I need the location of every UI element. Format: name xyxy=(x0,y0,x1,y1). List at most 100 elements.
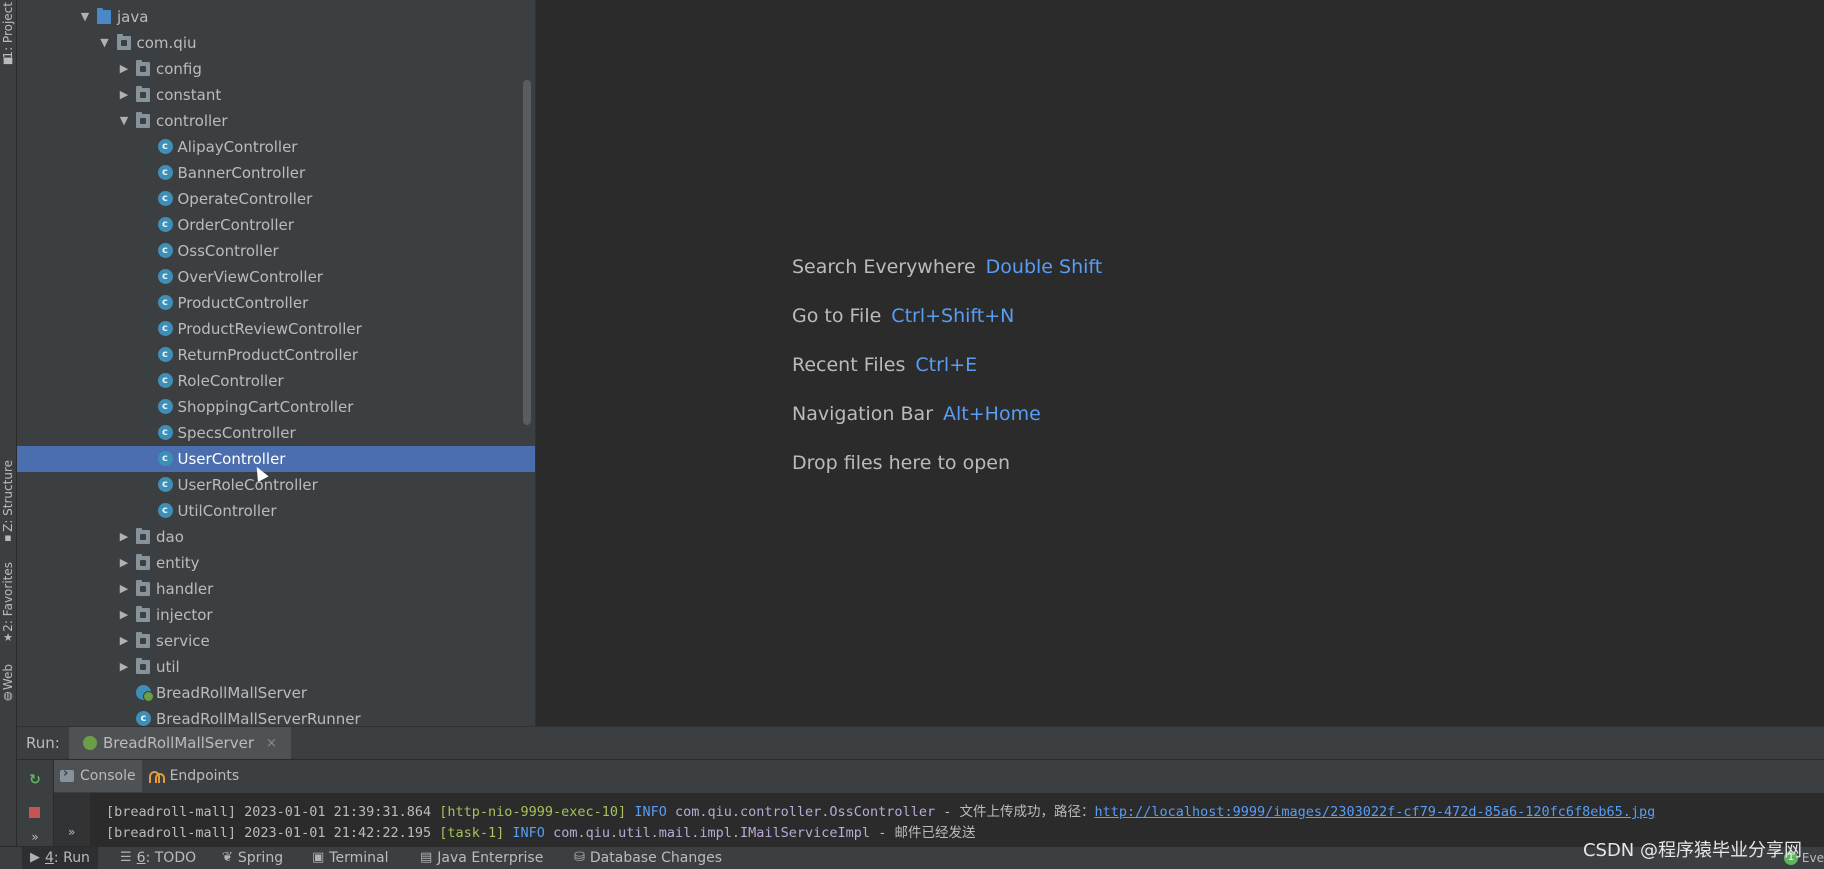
project-tool-window: ▼ java ▼ com.qiu ▶ config ▶ constant ▼ controller… xyxy=(17,0,535,726)
tree-node-alipaycontroller[interactable]: c AlipayController xyxy=(17,134,535,160)
tree-node-java[interactable]: ▼ java xyxy=(17,4,535,30)
chevron-right-icon[interactable]: ▶ xyxy=(118,602,130,628)
tree-node-productreviewcontroller[interactable]: c ProductReviewController xyxy=(17,316,535,342)
todo-tool-label: : TODO xyxy=(145,850,197,866)
spring-tool-button[interactable]: ❦ Spring xyxy=(222,847,283,869)
tree-node-label: ShoppingCartController xyxy=(177,398,354,416)
tree-node-operatecontroller[interactable]: c OperateController xyxy=(17,186,535,212)
bottom-tool-bar: ▶ 4: Run ☰ 6: TODO ❦ Spring ▣ Terminal ▤… xyxy=(0,846,1824,869)
run-config-tab[interactable]: BreadRollMallServer × xyxy=(69,727,291,759)
tree-node-label: injector xyxy=(156,606,213,624)
tree-node-label: util xyxy=(156,658,180,676)
database-changes-tool-button[interactable]: ⛁ Database Changes xyxy=(574,847,722,869)
tree-node-rolecontroller[interactable]: c RoleController xyxy=(17,368,535,394)
java-class-icon: c xyxy=(157,321,173,336)
tree-node-breadrollmallserverrunner[interactable]: c BreadRollMallServerRunner xyxy=(17,706,535,726)
chevron-right-icon[interactable]: ▶ xyxy=(118,524,130,550)
tab-console[interactable]: Console xyxy=(54,760,142,792)
tree-node-label: BannerController xyxy=(177,164,306,182)
structure-tool-tab[interactable]: Z: Structure ▪ xyxy=(0,460,16,544)
folder-icon: ▀ xyxy=(3,57,13,71)
structure-icon: ▪ xyxy=(4,530,12,544)
run-title: Run: xyxy=(26,734,60,752)
tree-node-label: OrderController xyxy=(177,216,294,234)
rerun-icon[interactable]: ↻ xyxy=(27,772,43,788)
tree-node-handler[interactable]: ▶ handler xyxy=(17,576,535,602)
tree-node-shoppingcartcontroller[interactable]: c ShoppingCartController xyxy=(17,394,535,420)
console-output[interactable]: » [breadroll-mall] 2023-01-01 21:39:31.8… xyxy=(54,793,1824,846)
package-icon xyxy=(136,86,150,102)
log-logger: com.qiu.controller.OssController xyxy=(674,804,936,820)
chevron-right-icon[interactable]: ▶ xyxy=(118,550,130,576)
tree-node-service[interactable]: ▶ service xyxy=(17,628,535,654)
tree-node-util[interactable]: ▶ util xyxy=(17,654,535,680)
tree-node-productcontroller[interactable]: c ProductController xyxy=(17,290,535,316)
tree-node-specscontroller[interactable]: c SpecsController xyxy=(17,420,535,446)
java-class-icon: c xyxy=(157,191,173,206)
java-class-icon: c xyxy=(157,139,173,154)
terminal-tool-button[interactable]: ▣ Terminal xyxy=(312,847,388,869)
tree-node-dao[interactable]: ▶ dao xyxy=(17,524,535,550)
tree-node-overviewcontroller[interactable]: c OverViewController xyxy=(17,264,535,290)
project-tree[interactable]: ▼ java ▼ com.qiu ▶ config ▶ constant ▼ controller… xyxy=(17,4,535,726)
chevron-right-icon[interactable]: ▶ xyxy=(118,654,130,680)
run-tool-button[interactable]: ▶ 4: Run xyxy=(22,847,98,869)
web-tool-tab[interactable]: Web ◍ xyxy=(0,664,16,702)
tree-node-osscontroller[interactable]: c OssController xyxy=(17,238,535,264)
java-class-icon: c xyxy=(157,373,173,388)
favorites-tool-tab[interactable]: 2: Favorites ★ xyxy=(0,562,16,644)
tree-node-label: handler xyxy=(156,580,214,598)
tree-node-constant[interactable]: ▶ constant xyxy=(17,82,535,108)
chevron-right-icon[interactable]: ▶ xyxy=(118,628,130,654)
java-class-icon: c xyxy=(157,165,173,180)
stop-icon[interactable] xyxy=(29,807,40,818)
log-link[interactable]: http://localhost:9999/images/2303022f-cf… xyxy=(1094,804,1655,820)
chevron-down-icon[interactable]: ▼ xyxy=(99,30,111,56)
web-tool-tab-label: Web xyxy=(1,664,15,691)
tab-endpoints-label: Endpoints xyxy=(169,768,240,784)
star-icon: ★ xyxy=(3,630,13,644)
chevron-right-icon[interactable]: ▶ xyxy=(118,82,130,108)
tree-node-com-qiu[interactable]: ▼ com.qiu xyxy=(17,30,535,56)
tree-node-label: SpecsController xyxy=(177,424,296,442)
tree-node-breadrollmallserver[interactable]: BreadRollMallServer xyxy=(17,680,535,706)
tree-node-label: controller xyxy=(156,112,228,130)
tree-node-entity[interactable]: ▶ entity xyxy=(17,550,535,576)
tree-node-config[interactable]: ▶ config xyxy=(17,56,535,82)
log-prefix: [breadroll-mall] 2023-01-01 21:42:22.195 xyxy=(106,825,432,841)
terminal-icon: ▣ xyxy=(312,850,325,865)
log-level: INFO xyxy=(634,804,667,820)
tab-endpoints[interactable]: Endpoints xyxy=(142,760,246,792)
editor-hint-action: Search Everywhere xyxy=(792,256,976,278)
tree-node-utilcontroller[interactable]: c UtilController xyxy=(17,498,535,524)
chevron-down-icon[interactable]: ▼ xyxy=(118,108,130,134)
todo-tool-button[interactable]: ☰ 6: TODO xyxy=(120,847,196,869)
structure-tool-tab-label: Z: Structure xyxy=(1,460,15,532)
java-enterprise-tool-button[interactable]: ▤ Java Enterprise xyxy=(420,847,543,869)
project-tool-tab[interactable]: 1: Project ▀ xyxy=(0,2,16,71)
chevron-down-icon[interactable]: ▼ xyxy=(79,4,91,30)
java-class-icon: c xyxy=(157,295,173,310)
tree-node-usercontroller[interactable]: c UserController xyxy=(17,446,535,472)
project-tool-tab-label: 1: Project xyxy=(1,2,15,59)
tree-node-bannercontroller[interactable]: c BannerController xyxy=(17,160,535,186)
tree-node-userrolecontroller[interactable]: c UserRoleController xyxy=(17,472,535,498)
tree-node-injector[interactable]: ▶ injector xyxy=(17,602,535,628)
editor-hint: Go to File Ctrl+Shift+N xyxy=(792,305,1102,354)
tree-node-returnproductcontroller[interactable]: c ReturnProductController xyxy=(17,342,535,368)
tree-node-controller[interactable]: ▼ controller xyxy=(17,108,535,134)
close-tab-icon[interactable]: × xyxy=(266,736,277,751)
package-icon xyxy=(136,112,150,128)
editor-area[interactable]: Search Everywhere Double Shift Go to File C… xyxy=(535,0,1824,726)
log-logger: com.qiu.util.mail.impl.IMailServiceImpl xyxy=(553,825,871,841)
run-header: Run: BreadRollMallServer × xyxy=(17,727,1824,760)
chevron-right-icon[interactable]: ▶ xyxy=(118,56,130,82)
more-actions-icon[interactable]: » xyxy=(27,829,43,845)
fold-icon[interactable]: » xyxy=(68,825,75,839)
chevron-right-icon[interactable]: ▶ xyxy=(118,576,130,602)
project-tree-scrollbar[interactable] xyxy=(523,80,531,425)
editor-hint: Search Everywhere Double Shift xyxy=(792,256,1102,305)
editor-hint-shortcut: Alt+Home xyxy=(943,403,1041,425)
package-icon xyxy=(136,60,150,76)
tree-node-ordercontroller[interactable]: c OrderController xyxy=(17,212,535,238)
